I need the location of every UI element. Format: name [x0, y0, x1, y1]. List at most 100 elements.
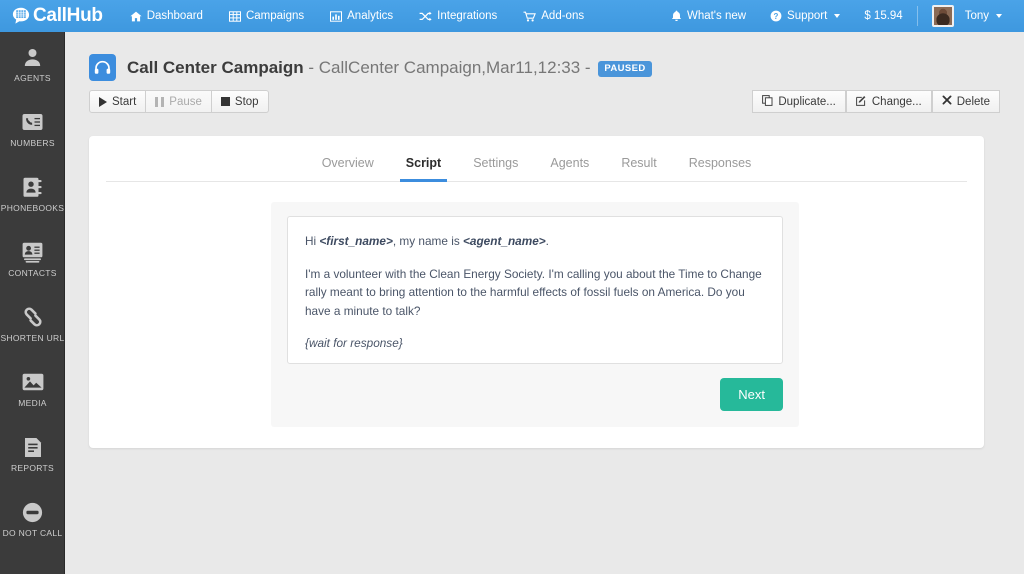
account-balance[interactable]: $ 15.94 — [852, 0, 914, 32]
sidebar-item-reports-label: REPORTS — [10, 463, 55, 474]
start-button[interactable]: Start — [89, 90, 147, 113]
tab-bar: Overview Script Settings Agents Result R… — [106, 136, 967, 182]
tab-agents-label: Agents — [550, 156, 590, 170]
whats-new-label: What's new — [686, 10, 747, 22]
headset-icon — [89, 54, 116, 81]
nav-integrations-label: Integrations — [437, 10, 498, 22]
primary-nav: Dashboard Campaigns Analytics Integratio… — [117, 0, 597, 32]
image-icon — [22, 371, 44, 393]
top-navbar: CallHub Dashboard Campaigns Analytics In… — [0, 0, 1024, 32]
contact-card-icon — [22, 241, 43, 263]
duplicate-button-label: Duplicate... — [778, 95, 836, 108]
balance-amount: $ 15.94 — [864, 10, 903, 22]
campaign-name: Call Center Campaign — [127, 57, 304, 77]
main-content: Call Center Campaign - CallCenter Campai… — [65, 32, 1024, 574]
brand-logo[interactable]: CallHub — [0, 0, 117, 32]
delete-button[interactable]: Delete — [931, 90, 1000, 113]
nav-dashboard[interactable]: Dashboard — [117, 0, 216, 32]
script-panel: Hi <first_name>, my name is <agent_name>… — [271, 202, 799, 427]
svg-text:?: ? — [774, 12, 779, 21]
block-icon — [22, 501, 43, 523]
copy-icon — [762, 94, 773, 109]
document-lines-icon — [24, 436, 42, 458]
avatar — [931, 5, 954, 27]
change-button[interactable]: Change... — [845, 90, 932, 113]
tab-settings[interactable]: Settings — [457, 156, 534, 181]
phone-list-icon — [22, 111, 43, 133]
tab-overview[interactable]: Overview — [306, 156, 390, 181]
nav-addons[interactable]: Add-ons — [510, 0, 597, 32]
brand-name: CallHub — [33, 5, 103, 26]
next-button[interactable]: Next — [720, 378, 783, 411]
sidebar-item-phonebooks-label: PHONEBOOKS — [0, 203, 65, 214]
stop-button-label: Stop — [234, 95, 259, 108]
tab-agents[interactable]: Agents — [534, 156, 605, 181]
script-greeting: Hi <first_name>, my name is <agent_name>… — [305, 232, 765, 251]
delete-button-label: Delete — [956, 95, 990, 108]
shuffle-icon — [419, 11, 432, 22]
cart-icon — [523, 11, 537, 22]
nav-divider — [916, 6, 918, 26]
nav-campaigns[interactable]: Campaigns — [216, 0, 317, 32]
nav-addons-label: Add-ons — [541, 10, 585, 22]
campaign-card: Overview Script Settings Agents Result R… — [89, 136, 984, 448]
nav-analytics[interactable]: Analytics — [317, 0, 406, 32]
bar-chart-icon — [330, 10, 343, 22]
support-menu[interactable]: ? Support — [758, 0, 852, 32]
stop-button[interactable]: Stop — [211, 90, 269, 113]
tab-responses[interactable]: Responses — [673, 156, 768, 181]
sidebar-item-shorten-url[interactable]: SHORTEN URL — [0, 292, 65, 357]
user-name: Tony — [964, 10, 989, 22]
script-wait-cue: {wait for response} — [305, 336, 403, 350]
tab-settings-label: Settings — [473, 156, 519, 170]
nav-campaigns-label: Campaigns — [245, 10, 305, 22]
sidebar-item-media[interactable]: MEDIA — [0, 357, 64, 422]
sidebar-item-media-label: MEDIA — [18, 398, 47, 409]
table-icon — [228, 10, 241, 22]
playback-button-group: Start Pause Stop — [89, 90, 269, 113]
pause-button[interactable]: Pause — [146, 90, 212, 113]
nav-dashboard-label: Dashboard — [146, 10, 203, 22]
sidebar-item-reports[interactable]: REPORTS — [0, 422, 64, 487]
sidebar-item-do-not-call[interactable]: DO NOT CALL — [0, 487, 64, 552]
play-icon — [99, 96, 107, 107]
start-button-label: Start — [112, 95, 137, 108]
script-greeting-pre: Hi — [305, 234, 320, 248]
tab-script[interactable]: Script — [390, 156, 457, 182]
speech-bubble-keypad-logo — [12, 7, 30, 25]
sidebar-item-agents-label: AGENTS — [14, 73, 51, 84]
status-badge: PAUSED — [598, 60, 652, 77]
sidebar-item-numbers[interactable]: NUMBERS — [0, 97, 64, 162]
tab-script-label: Script — [405, 156, 442, 170]
duplicate-button[interactable]: Duplicate... — [752, 90, 846, 113]
campaign-toolbar: Start Pause Stop Duplicate... Change... … — [65, 81, 1024, 113]
address-book-icon — [23, 176, 42, 198]
page-title: Call Center Campaign - CallCenter Campai… — [127, 58, 652, 78]
sidebar-item-agents[interactable]: AGENTS — [0, 32, 64, 97]
pencil-square-icon — [855, 95, 867, 109]
sidebar-item-contacts[interactable]: CONTACTS — [0, 227, 64, 292]
tab-responses-label: Responses — [688, 156, 752, 170]
nav-integrations[interactable]: Integrations — [406, 0, 510, 32]
campaign-subtitle: - CallCenter Campaign,Mar11,12:33 - — [308, 57, 591, 77]
script-body: I'm a volunteer with the Clean Energy So… — [305, 266, 762, 318]
tab-overview-label: Overview — [321, 156, 374, 170]
pause-icon — [155, 96, 165, 107]
whats-new-link[interactable]: What's new — [659, 0, 758, 32]
script-greeting-mid: , my name is — [392, 234, 464, 248]
x-icon — [942, 95, 952, 108]
question-circle-icon: ? — [770, 10, 782, 22]
sidebar-item-shorten-url-label: SHORTEN URL — [0, 333, 65, 344]
secondary-nav: What's new ? Support $ 15.94 Tony — [659, 0, 1024, 32]
sidebar-item-do-not-call-label: DO NOT CALL — [2, 528, 63, 539]
support-label: Support — [787, 10, 828, 22]
link-icon — [22, 306, 44, 328]
sidebar-item-phonebooks[interactable]: PHONEBOOKS — [0, 162, 65, 227]
user-menu[interactable]: Tony — [920, 0, 1014, 32]
sidebar-item-numbers-label: NUMBERS — [10, 138, 55, 149]
home-icon — [130, 11, 142, 22]
bell-icon — [671, 10, 682, 22]
tab-result[interactable]: Result — [605, 156, 672, 181]
nav-analytics-label: Analytics — [347, 10, 394, 22]
script-text-box: Hi <first_name>, my name is <agent_name>… — [287, 216, 783, 364]
